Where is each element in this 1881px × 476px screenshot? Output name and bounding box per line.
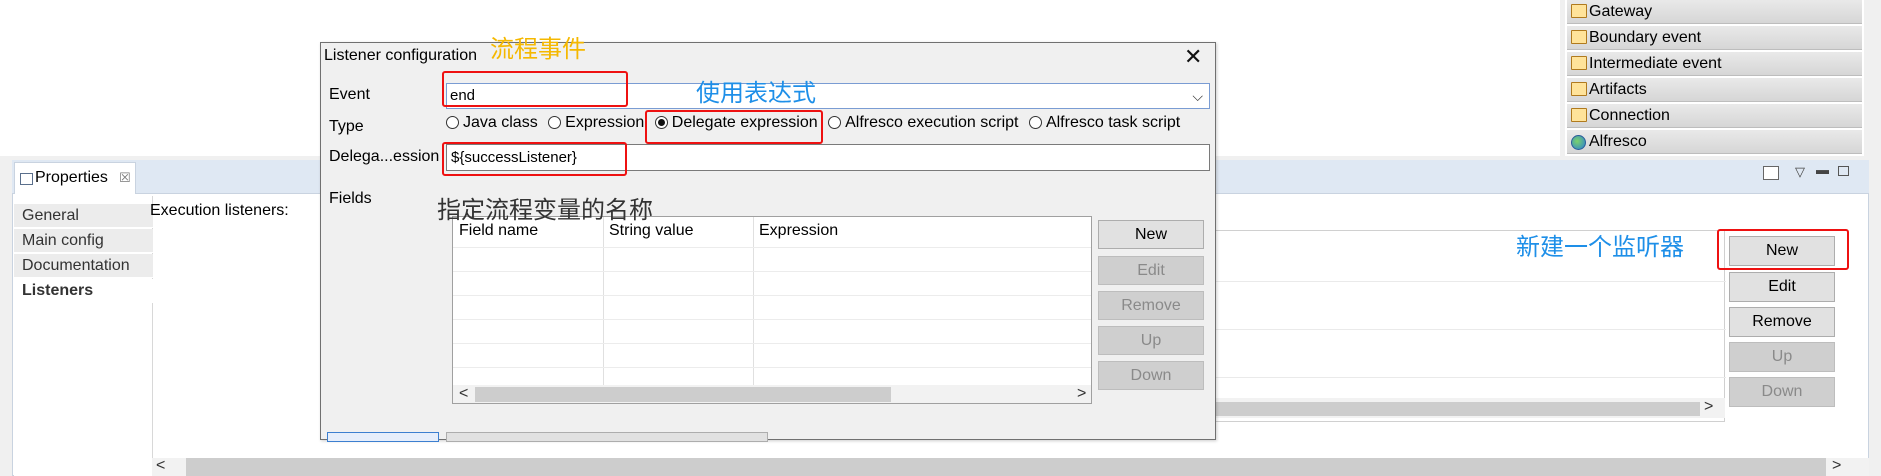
scroll-left-icon[interactable]: <	[459, 385, 468, 403]
field-remove-button[interactable]: Remove	[1098, 291, 1204, 320]
new-window-icon[interactable]	[1763, 166, 1779, 180]
sidebar-item-documentation[interactable]: Documentation	[14, 254, 153, 278]
palette-item-label: Alfresco	[1589, 133, 1647, 150]
globe-icon	[1571, 135, 1586, 150]
sidebar-item-general[interactable]: General	[14, 204, 153, 228]
edit-button[interactable]: Edit	[1729, 272, 1835, 302]
delegate-expression-label: Delega...ession	[329, 148, 440, 165]
palette-item-label: Boundary event	[1589, 29, 1702, 46]
palette-item-boundary-event[interactable]: Boundary event	[1567, 26, 1862, 50]
folder-icon	[1571, 56, 1587, 70]
field-down-button[interactable]: Down	[1098, 361, 1204, 390]
scroll-right-icon[interactable]: >	[1077, 385, 1086, 403]
palette-item-label: Artifacts	[1589, 81, 1647, 98]
radio-alfresco-execution-script[interactable]: Alfresco execution script	[828, 114, 1019, 132]
close-icon[interactable]: ✕	[1184, 44, 1202, 70]
radio-label: Alfresco execution script	[845, 114, 1019, 131]
folder-icon	[1571, 4, 1587, 18]
fields-table[interactable]: Field name String value Expression < >	[452, 216, 1092, 404]
up-button[interactable]: Up	[1729, 342, 1835, 372]
event-label: Event	[329, 86, 370, 103]
field-up-button[interactable]: Up	[1098, 326, 1204, 355]
palette-item-connection[interactable]: Connection	[1567, 104, 1862, 128]
radio-label: Alfresco task script	[1045, 114, 1181, 131]
scroll-right-icon[interactable]: >	[1832, 457, 1841, 475]
folder-icon	[1571, 30, 1587, 44]
execution-listeners-label: Execution listeners:	[150, 202, 289, 219]
palette-item-gateway[interactable]: Gateway	[1567, 0, 1862, 24]
radio-expression[interactable]: Expression	[548, 114, 644, 132]
down-button[interactable]: Down	[1729, 377, 1835, 407]
palette: Gateway Boundary event Intermediate even…	[1565, 0, 1864, 156]
sidebar-item-main-config[interactable]: Main config	[14, 229, 153, 253]
annotation-use-expression: 使用表达式	[696, 80, 816, 107]
type-label: Type	[329, 118, 364, 135]
ok-button[interactable]	[327, 432, 439, 442]
highlight-delegate-radio-box	[645, 110, 823, 144]
dialog-title: Listener configuration	[324, 47, 477, 64]
tab-label: Properties	[35, 169, 108, 186]
close-icon[interactable]: ☒	[119, 163, 131, 193]
properties-icon	[20, 173, 33, 185]
view-menu-icon[interactable]: ▽	[1795, 164, 1805, 180]
scroll-right-icon[interactable]: >	[1704, 398, 1713, 416]
palette-item-alfresco[interactable]: Alfresco	[1567, 130, 1862, 154]
remove-button[interactable]: Remove	[1729, 307, 1835, 337]
properties-sidebar: General Main config Documentation Listen…	[14, 196, 153, 476]
radio-label: Java class	[463, 114, 538, 131]
radio-java-class[interactable]: Java class	[446, 114, 538, 132]
highlight-new-button-box	[1717, 229, 1849, 270]
fields-label: Fields	[329, 190, 372, 207]
radio-label: Expression	[565, 114, 645, 131]
field-edit-button[interactable]: Edit	[1098, 256, 1204, 285]
folder-icon	[1571, 82, 1587, 96]
palette-item-intermediate-event[interactable]: Intermediate event	[1567, 52, 1862, 76]
palette-item-label: Gateway	[1589, 3, 1653, 20]
palette-item-label: Intermediate event	[1589, 55, 1722, 72]
column-header-expression[interactable]: Expression	[753, 217, 953, 247]
minimize-icon[interactable]: ▬	[1816, 162, 1829, 177]
field-new-button[interactable]: New	[1098, 220, 1204, 249]
tab-properties[interactable]: Properties ☒	[14, 162, 136, 194]
highlight-delegate-input-box	[442, 142, 627, 176]
properties-hscroll-thumb[interactable]	[186, 458, 1826, 476]
maximize-icon[interactable]	[1838, 166, 1849, 176]
palette-item-label: Connection	[1589, 107, 1670, 124]
fields-hscroll-thumb[interactable]	[475, 387, 891, 402]
scroll-left-icon[interactable]: <	[156, 457, 165, 475]
annotation-specify-variable: 指定流程变量的名称	[437, 197, 653, 224]
listeners-hscroll-thumb[interactable]	[1210, 402, 1700, 416]
palette-item-artifacts[interactable]: Artifacts	[1567, 78, 1862, 102]
folder-icon	[1571, 108, 1587, 122]
cancel-button[interactable]	[446, 432, 768, 442]
sidebar-item-listeners[interactable]: Listeners	[14, 279, 153, 303]
annotation-new-listener: 新建一个监听器	[1516, 234, 1684, 261]
highlight-event-box	[442, 71, 628, 107]
chevron-down-icon[interactable]: ⌵	[1192, 84, 1203, 108]
radio-alfresco-task-script[interactable]: Alfresco task script	[1028, 114, 1181, 132]
annotation-process-event: 流程事件	[490, 36, 586, 63]
